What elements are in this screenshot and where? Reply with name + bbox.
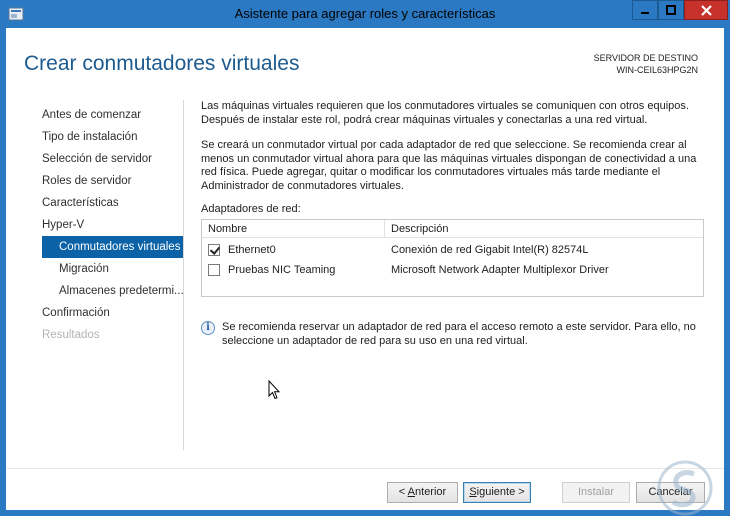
maximize-icon — [666, 5, 676, 15]
adapter-name: Pruebas NIC Teaming — [228, 264, 336, 276]
maximize-button[interactable] — [658, 0, 684, 20]
window-title: Asistente para agregar roles y caracterí… — [234, 6, 496, 21]
watermark-logo-icon — [657, 460, 713, 516]
destination-server: SERVIDOR DE DESTINO WIN-CEIL63HPG2N — [594, 52, 698, 76]
previous-label: nterior — [415, 486, 447, 498]
minimize-icon — [641, 12, 649, 14]
install-button: Instalar — [562, 482, 630, 503]
info-icon: i — [201, 321, 215, 335]
nav-item-almacenes-predeterminados[interactable]: Almacenes predetermi... — [42, 280, 184, 302]
table-row[interactable]: Pruebas NIC Teaming Microsoft Network Ad… — [202, 260, 703, 280]
adapter-description: Conexión de red Gigabit Intel(R) 82574L — [391, 244, 589, 256]
nav-item-migracion[interactable]: Migración — [42, 258, 184, 280]
adapter-checkbox[interactable] — [208, 264, 220, 276]
column-header-description[interactable]: Descripción — [385, 220, 703, 238]
next-button[interactable]: Siguiente > — [463, 482, 531, 503]
info-text: Se recomienda reservar un adaptador de r… — [222, 321, 696, 347]
nav-item-conmutadores-virtuales[interactable]: Conmutadores virtuales — [42, 236, 184, 258]
info-message: i Se recomienda reservar un adaptador de… — [201, 320, 707, 348]
next-access-key: S — [469, 486, 477, 498]
adapter-description: Microsoft Network Adapter Multiplexor Dr… — [391, 264, 609, 276]
footer-divider — [6, 468, 724, 469]
mouse-pointer-icon — [268, 380, 280, 400]
explanation-paragraph: Se creará un conmutador virtual por cada… — [201, 139, 697, 192]
nav-item-resultados: Resultados — [42, 329, 100, 341]
nav-item-caracteristicas[interactable]: Características — [42, 192, 184, 214]
column-header-name[interactable]: Nombre — [202, 220, 385, 238]
main-content: Las máquinas virtuales requieren que los… — [201, 100, 707, 297]
nav-item-roles-de-servidor[interactable]: Roles de servidor — [42, 170, 184, 192]
next-label: iguiente > — [476, 486, 525, 498]
previous-access-key: A — [407, 486, 416, 498]
minimize-button[interactable] — [632, 0, 658, 20]
nav-item-tipo-de-instalacion[interactable]: Tipo de instalación — [42, 126, 184, 148]
table-header: Nombre Descripción — [202, 220, 703, 238]
adapters-label: Adaptadores de red: — [201, 203, 301, 215]
title-bar[interactable]: Asistente para agregar roles y caracterí… — [0, 0, 730, 28]
close-button[interactable] — [684, 0, 728, 20]
page-title: Crear conmutadores virtuales — [24, 52, 300, 75]
wizard-window: Asistente para agregar roles y caracterí… — [0, 0, 730, 516]
nav-item-hyper-v[interactable]: Hyper-V — [42, 214, 184, 236]
close-icon — [700, 4, 712, 16]
adapter-checkbox[interactable] — [208, 244, 220, 256]
nav-item-confirmacion[interactable]: Confirmación — [42, 302, 184, 324]
destination-label: SERVIDOR DE DESTINO — [593, 53, 698, 63]
destination-server-name: WIN-CEIL63HPG2N — [616, 65, 698, 75]
table-row[interactable]: Ethernet0 Conexión de red Gigabit Intel(… — [202, 240, 703, 260]
intro-paragraph: Las máquinas virtuales requieren que los… — [201, 100, 689, 126]
previous-prefix: < — [398, 486, 408, 498]
adapter-name: Ethernet0 — [228, 244, 276, 256]
nav-divider — [183, 100, 184, 450]
nav-item-seleccion-de-servidor[interactable]: Selección de servidor — [42, 148, 184, 170]
previous-button[interactable]: < Anterior — [387, 482, 458, 503]
wizard-client-area: Crear conmutadores virtuales SERVIDOR DE… — [6, 28, 724, 516]
nav-item-antes-de-comenzar[interactable]: Antes de comenzar — [42, 104, 184, 126]
adapters-table[interactable]: Nombre Descripción Ethernet0 Conexión de… — [201, 219, 704, 297]
wizard-nav: Antes de comenzar Tipo de instalación Se… — [42, 104, 184, 346]
